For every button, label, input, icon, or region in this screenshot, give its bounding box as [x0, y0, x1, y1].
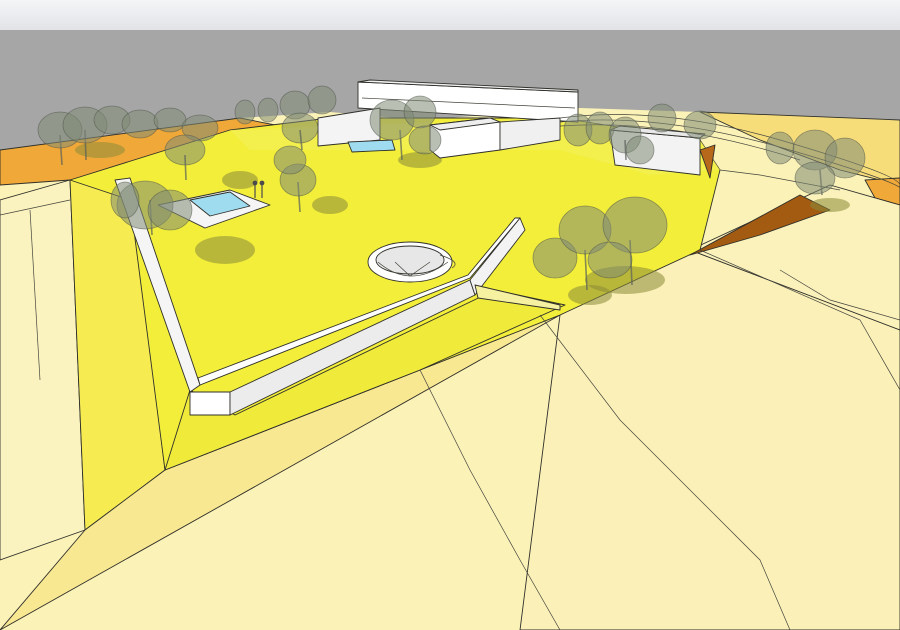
site-model-scene — [0, 0, 900, 630]
sky-top-strip — [0, 0, 900, 30]
house-side-pool — [347, 139, 396, 153]
model-viewport[interactable] — [0, 0, 900, 630]
